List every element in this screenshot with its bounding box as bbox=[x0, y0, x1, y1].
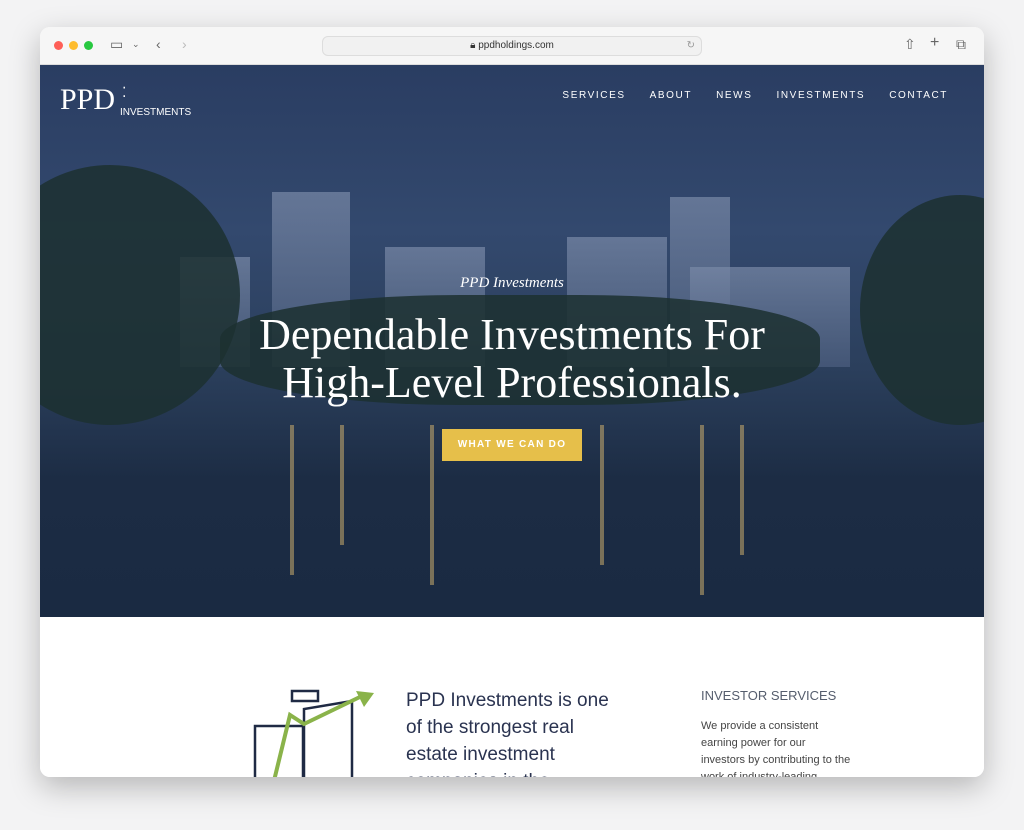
nav-services[interactable]: SERVICES bbox=[562, 90, 625, 101]
nav-contact[interactable]: CONTACT bbox=[889, 90, 948, 101]
new-tab-icon[interactable]: + bbox=[930, 34, 939, 52]
hero-section: PPD ⁚ INVESTMENTS SERVICES ABOUT NEWS INVE… bbox=[40, 65, 984, 617]
tabs-overview-icon[interactable]: ⧉ bbox=[956, 36, 966, 53]
reload-icon[interactable]: ↻ bbox=[687, 37, 695, 55]
hero-subtitle: PPD Investments bbox=[460, 275, 564, 291]
nav-news[interactable]: NEWS bbox=[716, 90, 752, 101]
address-bar[interactable]: 🔒︎ ppdholdings.com ↻ bbox=[322, 36, 702, 56]
share-icon[interactable]: ⇧ bbox=[904, 36, 916, 53]
browser-window: ▭ ⌄ ‹ › 🔒︎ ppdholdings.com ↻ ⇧ + ⧉ PPD ⁚ IN… bbox=[40, 27, 984, 777]
intro-section: PPD Investments is one of the strongest … bbox=[40, 617, 984, 777]
intro-text: PPD Investments is one of the strongest … bbox=[406, 690, 609, 777]
nav-about[interactable]: ABOUT bbox=[650, 90, 692, 101]
logo[interactable]: PPD ⁚ INVESTMENTS bbox=[60, 83, 191, 118]
investor-services-text: We provide a consistent earning power fo… bbox=[701, 720, 851, 777]
forward-icon[interactable]: › bbox=[182, 36, 187, 52]
browser-toolbar: ▭ ⌄ ‹ › 🔒︎ ppdholdings.com ↻ ⇧ + ⧉ bbox=[40, 27, 984, 65]
close-window-button[interactable] bbox=[54, 41, 63, 50]
building-growth-icon bbox=[253, 689, 374, 777]
sidebar-icon[interactable]: ▭ bbox=[110, 36, 123, 53]
what-we-can-do-button[interactable]: WHAT WE CAN DO bbox=[442, 429, 582, 461]
hero-headline: Dependable Investments For High-Level Pr… bbox=[259, 310, 765, 407]
url-text: ppdholdings.com bbox=[478, 40, 554, 51]
chevron-down-icon[interactable]: ⌄ bbox=[132, 39, 140, 50]
main-nav: SERVICES ABOUT NEWS INVESTMENTS CONTACT bbox=[562, 90, 948, 101]
minimize-window-button[interactable] bbox=[69, 41, 78, 50]
nav-investments[interactable]: INVESTMENTS bbox=[776, 90, 865, 101]
back-icon[interactable]: ‹ bbox=[156, 36, 161, 52]
investor-services-heading: INVESTOR SERVICES bbox=[701, 688, 837, 703]
zoom-window-button[interactable] bbox=[84, 41, 93, 50]
